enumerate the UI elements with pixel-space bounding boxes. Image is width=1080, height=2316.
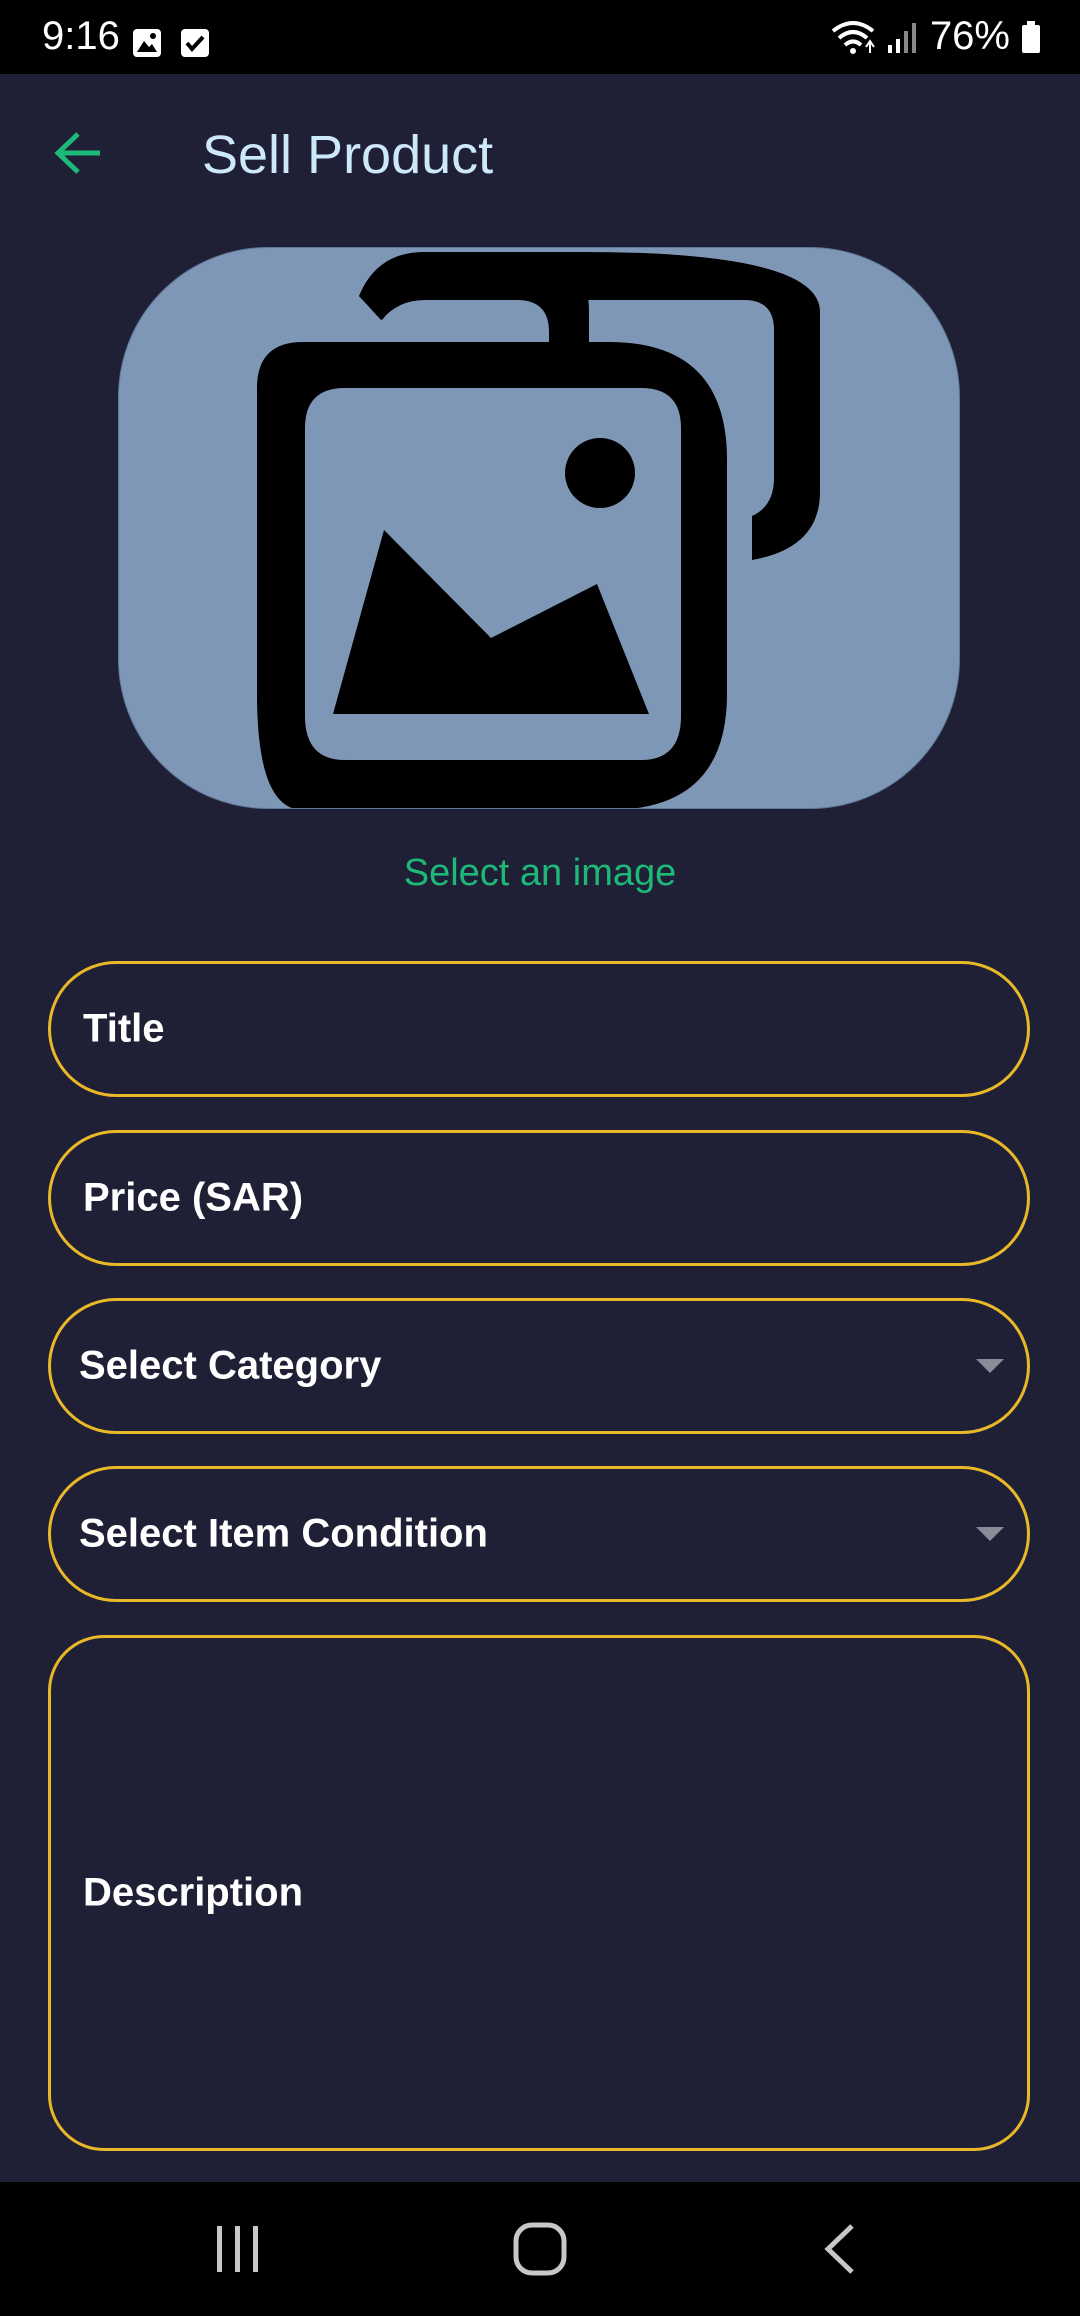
arrow-left-icon — [54, 132, 100, 174]
recents-icon — [217, 2226, 258, 2272]
title-label: Title — [83, 1006, 165, 1051]
system-nav-bar — [0, 2182, 1080, 2316]
back-icon — [824, 2224, 854, 2274]
battery-icon — [1022, 20, 1040, 53]
category-dropdown[interactable]: Select Category — [48, 1298, 1030, 1434]
back-nav-button[interactable] — [800, 2212, 880, 2286]
signal-icon — [887, 22, 916, 53]
home-button[interactable] — [500, 2212, 580, 2286]
condition-dropdown[interactable]: Select Item Condition — [48, 1466, 1030, 1602]
image-picker[interactable] — [118, 247, 960, 809]
back-button[interactable] — [48, 122, 110, 184]
wifi-icon — [831, 20, 875, 54]
condition-label: Select Item Condition — [79, 1511, 488, 1556]
image-gallery-icon — [257, 252, 820, 808]
price-label: Price (SAR) — [83, 1175, 304, 1220]
category-label: Select Category — [79, 1343, 382, 1388]
battery-percent: 76% — [929, 14, 1010, 58]
recents-button[interactable] — [198, 2212, 278, 2286]
image-icon — [133, 29, 161, 57]
description-field[interactable]: Description — [48, 1635, 1030, 2151]
home-icon — [513, 2222, 567, 2276]
chevron-down-icon — [976, 1359, 1004, 1373]
page-title: Sell Product — [202, 125, 494, 185]
select-image-link[interactable]: Select an image — [0, 852, 1080, 895]
status-time: 9:16 — [42, 14, 120, 58]
status-bar: 9:16 76% — [0, 0, 1080, 74]
price-field[interactable]: Price (SAR) — [48, 1130, 1030, 1266]
status-right: 76% — [830, 14, 1042, 59]
app-bar: Sell Product — [0, 74, 1080, 234]
notification-icons — [132, 28, 210, 58]
description-label: Description — [83, 1870, 304, 1915]
chevron-down-icon — [976, 1527, 1004, 1541]
title-field[interactable]: Title — [48, 961, 1030, 1097]
checkbox-icon — [181, 29, 209, 57]
